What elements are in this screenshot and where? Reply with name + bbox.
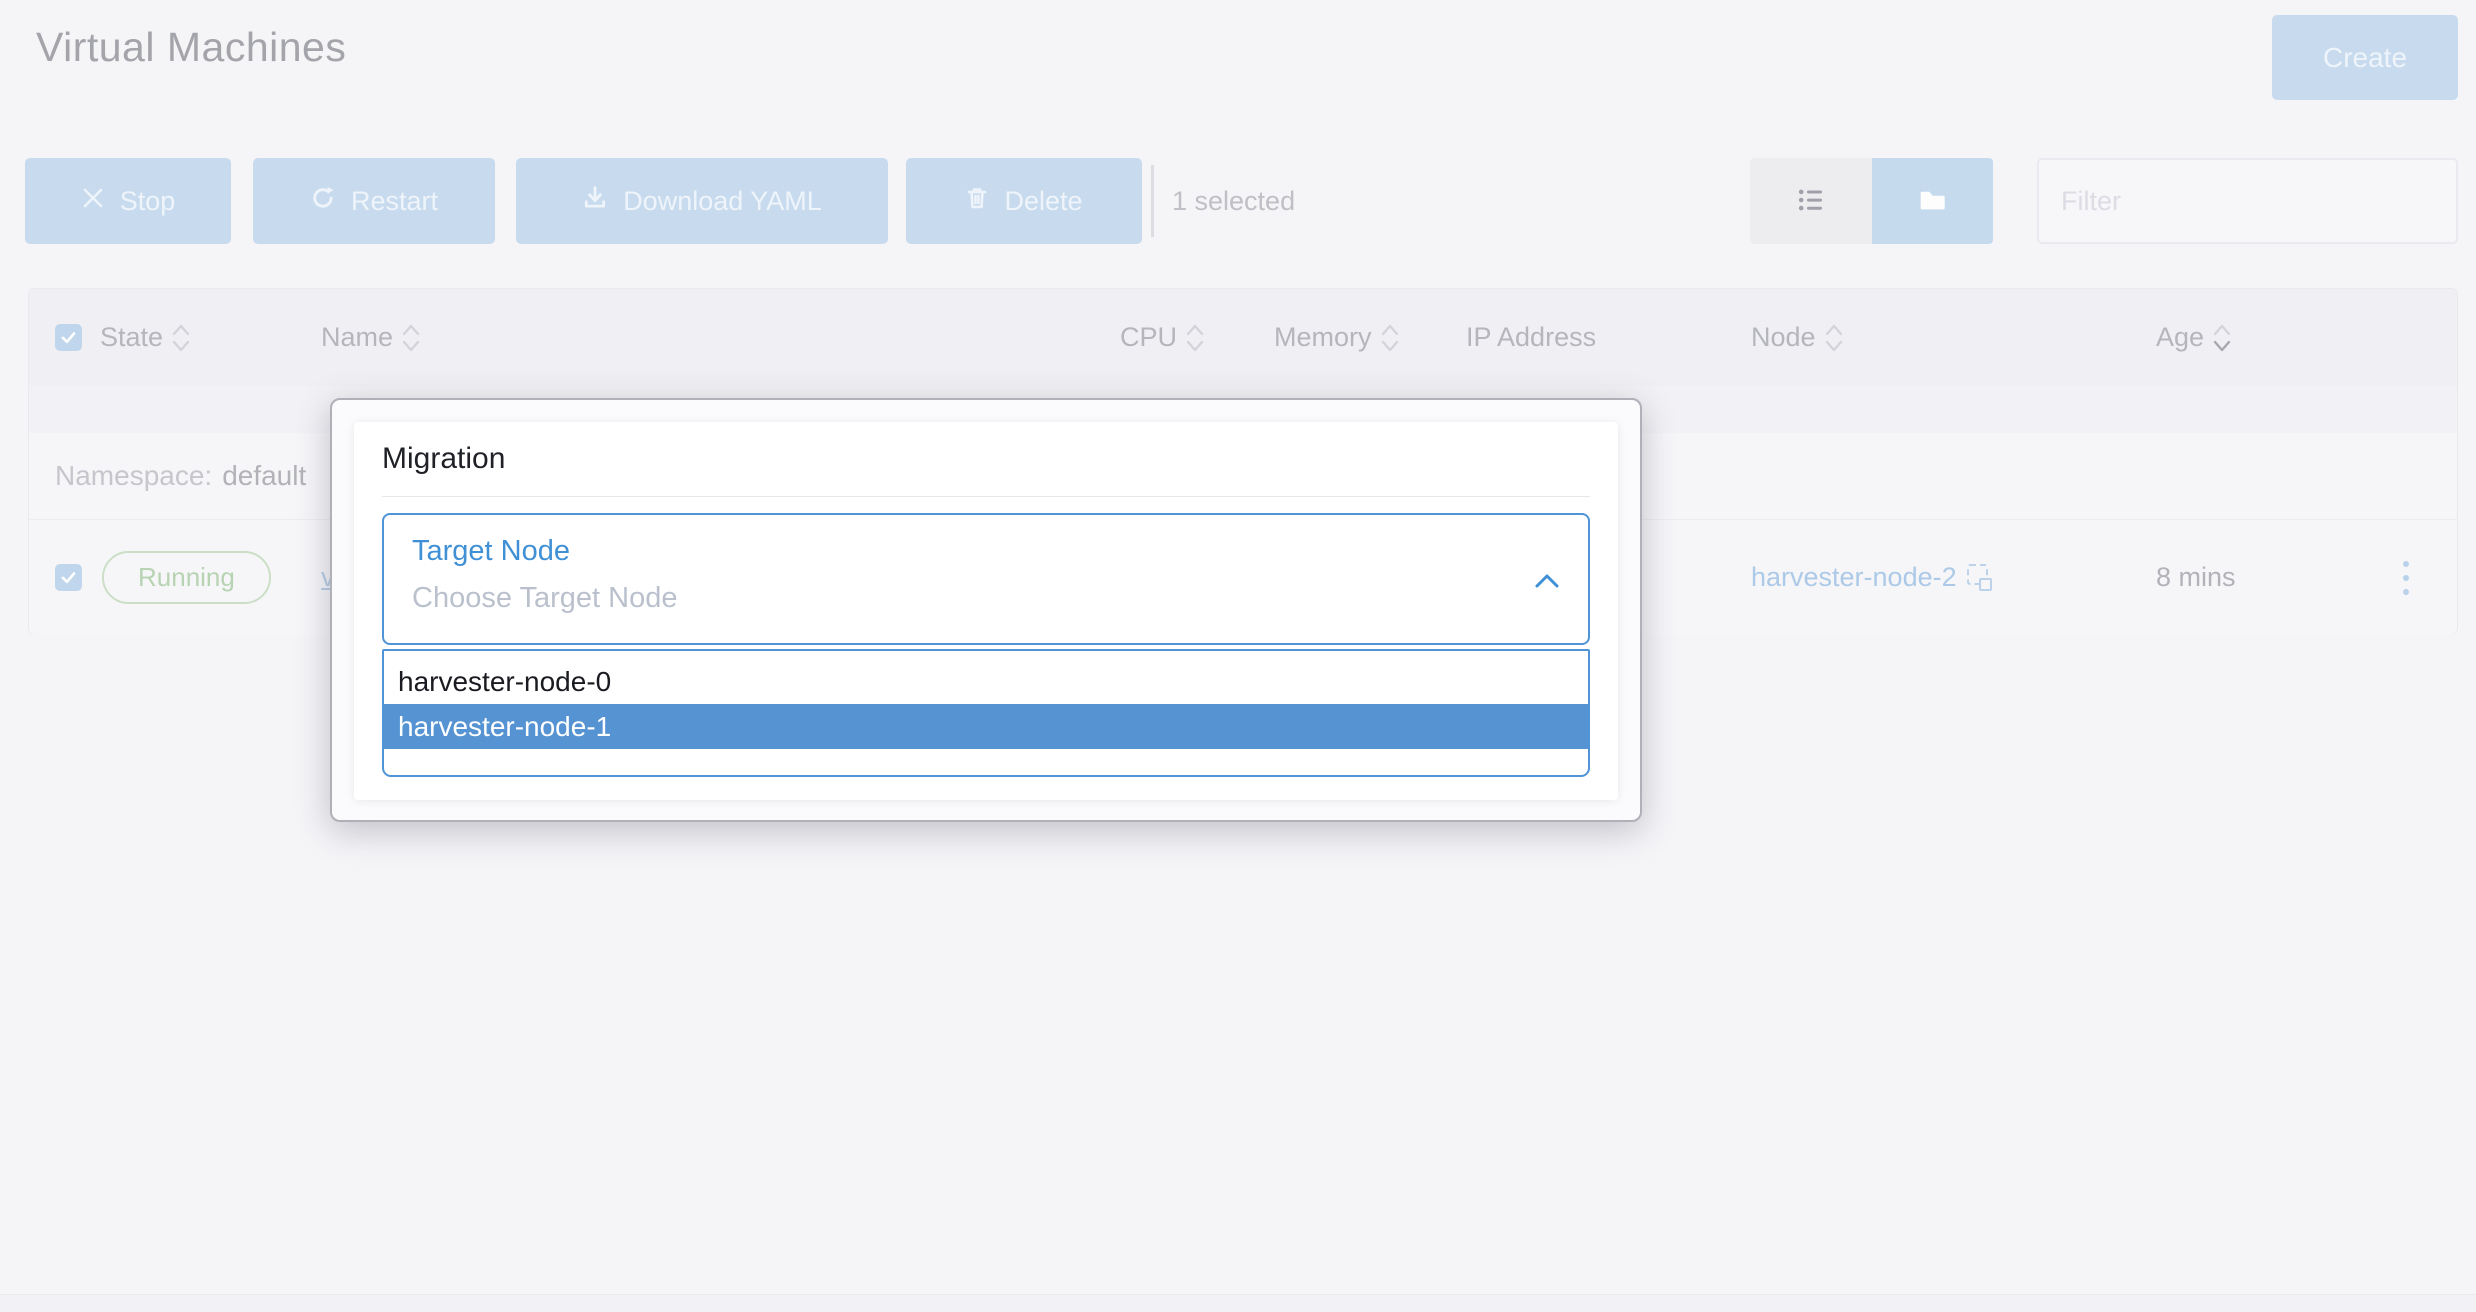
column-header-node-label: Node <box>1751 322 1816 353</box>
target-node-select-placeholder: Choose Target Node <box>412 582 1588 615</box>
restart-button-label: Restart <box>351 186 438 217</box>
kebab-icon <box>2403 561 2409 595</box>
column-header-state[interactable]: State <box>100 289 192 386</box>
target-node-select[interactable]: Target Node Choose Target Node <box>382 513 1590 645</box>
refresh-icon <box>310 185 336 218</box>
checkbox-checked-icon <box>55 564 82 591</box>
sort-icon <box>1379 321 1401 355</box>
copy-icon[interactable] <box>1967 564 1992 591</box>
folder-view-button[interactable] <box>1872 158 1994 244</box>
create-button[interactable]: Create <box>2272 15 2458 100</box>
row-actions-menu-button[interactable] <box>2397 555 2415 601</box>
column-header-state-label: State <box>100 322 163 353</box>
sort-icon <box>1823 321 1845 355</box>
column-header-cpu-label: CPU <box>1120 322 1177 353</box>
list-icon <box>1796 185 1826 218</box>
sort-icon <box>2211 321 2233 355</box>
sort-icon <box>1184 321 1206 355</box>
sort-icon <box>400 321 422 355</box>
stop-button[interactable]: Stop <box>25 158 231 244</box>
list-view-button[interactable] <box>1750 158 1872 244</box>
trash-icon <box>965 186 989 217</box>
dropdown-option-harvester-node-1[interactable]: harvester-node-1 <box>384 704 1588 749</box>
migration-modal: Migration Target Node Choose Target Node… <box>330 398 1642 822</box>
modal-title: Migration <box>382 442 1590 476</box>
folder-icon <box>1916 184 1948 219</box>
age-value: 8 mins <box>2156 562 2236 593</box>
dropdown-option-harvester-node-0[interactable]: harvester-node-0 <box>384 659 1588 704</box>
column-header-age-label: Age <box>2156 322 2204 353</box>
namespace-prefix: Namespace: <box>55 460 212 492</box>
vm-actions-cell <box>2397 520 2415 635</box>
table-header-row: State Name CPU Memory IP Address <box>29 289 2457 386</box>
namespace-group-label: Namespace: default <box>55 433 306 519</box>
chevron-up-icon[interactable] <box>1532 571 1562 591</box>
download-icon <box>582 185 608 218</box>
delete-button[interactable]: Delete <box>906 158 1142 244</box>
column-header-cpu[interactable]: CPU <box>979 289 1206 386</box>
page-title: Virtual Machines <box>36 24 346 71</box>
download-yaml-button[interactable]: Download YAML <box>516 158 888 244</box>
restart-button[interactable]: Restart <box>253 158 495 244</box>
vm-node-cell: harvester-node-2 <box>1751 520 1992 635</box>
modal-divider <box>382 496 1590 497</box>
select-all-checkbox[interactable] <box>55 289 82 386</box>
namespace-value: default <box>222 460 306 492</box>
column-header-name-label: Name <box>321 322 393 353</box>
page-bottom-divider <box>0 1294 2476 1312</box>
column-header-ip-address: IP Address <box>1466 289 1596 386</box>
node-link[interactable]: harvester-node-2 <box>1751 562 1957 593</box>
view-toggle <box>1750 158 1993 244</box>
sort-icon <box>170 321 192 355</box>
vm-age-cell: 8 mins <box>2156 520 2236 635</box>
stop-button-label: Stop <box>120 186 176 217</box>
download-yaml-button-label: Download YAML <box>623 186 822 217</box>
row-checkbox[interactable] <box>55 520 82 635</box>
column-header-memory-label: Memory <box>1274 322 1372 353</box>
filter-input[interactable] <box>2037 158 2458 244</box>
delete-button-label: Delete <box>1004 186 1082 217</box>
column-header-memory[interactable]: Memory <box>1274 289 1401 386</box>
toolbar-divider <box>1151 165 1154 237</box>
column-header-name[interactable]: Name <box>321 289 422 386</box>
checkbox-checked-icon <box>55 324 82 351</box>
target-node-select-label: Target Node <box>412 535 1588 568</box>
status-badge: Running <box>102 551 271 604</box>
x-icon <box>81 186 105 217</box>
column-header-age[interactable]: Age <box>2156 289 2233 386</box>
column-header-node[interactable]: Node <box>1751 289 1845 386</box>
target-node-dropdown: harvester-node-0 harvester-node-1 <box>382 649 1590 777</box>
vm-state-cell: Running <box>102 520 271 635</box>
migration-modal-card: Migration Target Node Choose Target Node… <box>354 422 1618 800</box>
selected-count: 1 selected <box>1172 186 1295 217</box>
column-header-ip-address-label: IP Address <box>1466 322 1596 353</box>
